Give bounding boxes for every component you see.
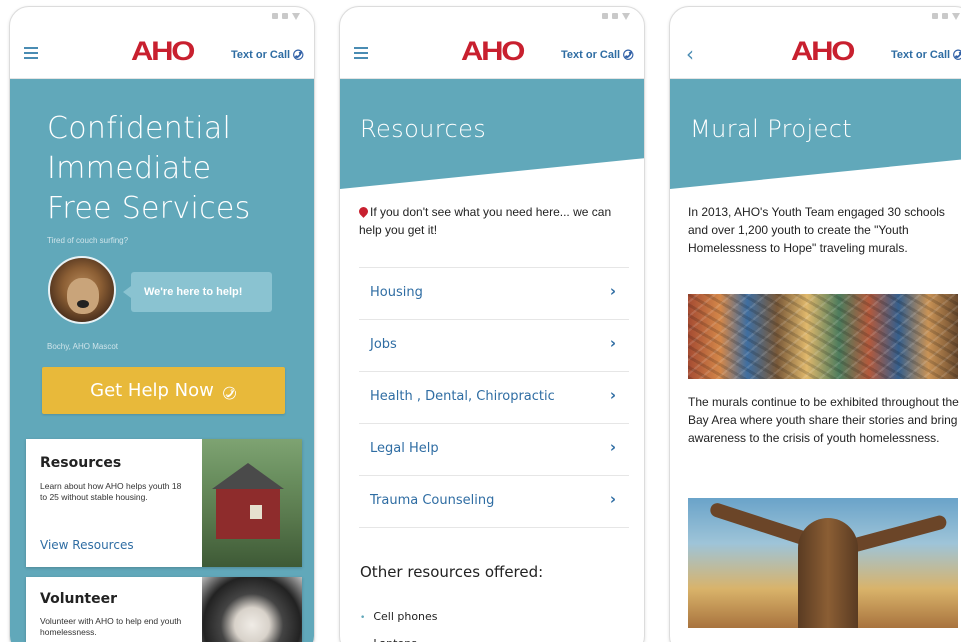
- hero-tagline: Tired of couch surfing?: [47, 236, 129, 245]
- other-resources-list: Cell phones Laptops: [360, 604, 438, 642]
- app-header: AHO Text or Call✆: [10, 27, 314, 79]
- card-description: Volunteer with AHO to help end youth hom…: [40, 616, 182, 637]
- resource-label: Housing: [370, 285, 423, 300]
- house-photo: [202, 439, 302, 567]
- resources-intro: If you don't see what you need here... w…: [357, 203, 629, 239]
- mascot-avatar: [48, 256, 116, 324]
- page-title: Resources: [360, 115, 487, 143]
- hero-headline: Confidential Immediate Free Services: [47, 109, 251, 229]
- volunteer-card[interactable]: Volunteer Volunteer with AHO to help end…: [26, 577, 302, 642]
- page-title: Mural Project: [690, 115, 853, 143]
- card-description: Learn about how AHO helps youth 18 to 25…: [40, 481, 182, 502]
- speech-bubble: We're here to help!: [123, 272, 272, 312]
- card-title: Resources: [40, 455, 122, 471]
- chevron-right-icon: ›: [609, 386, 616, 404]
- app-header: AHO Text or Call✆: [340, 27, 644, 79]
- status-bar: [932, 13, 960, 21]
- volunteer-hands-photo: [202, 577, 302, 642]
- phone-icon: ✆: [219, 380, 240, 404]
- other-resources-heading: Other resources offered:: [360, 563, 544, 581]
- phone-home-screen: AHO Text or Call✆ Confidential Immediate…: [9, 6, 315, 642]
- list-item: Cell phones: [360, 604, 437, 631]
- text-or-call-button[interactable]: Text or Call✆: [891, 45, 961, 64]
- resource-item-trauma[interactable]: Trauma Counseling ›: [359, 476, 629, 528]
- mural-image: [688, 294, 958, 379]
- card-title: Volunteer: [40, 591, 118, 607]
- mural-paragraph: The murals continue to be exhibited thro…: [688, 395, 959, 445]
- resource-item-housing[interactable]: Housing ›: [359, 268, 629, 320]
- get-help-now-button[interactable]: Get Help Now ✆: [42, 367, 285, 414]
- app-header: ‹ AHO Text or Call✆: [670, 27, 961, 79]
- resource-label: Health , Dental, Chiropractic: [370, 389, 555, 404]
- mascot-caption: Bochy, AHO Mascot: [47, 342, 118, 351]
- headline-line: Free Services: [47, 191, 251, 226]
- resources-card[interactable]: Resources Learn about how AHO helps yout…: [26, 439, 302, 567]
- headline-line: Confidential: [47, 111, 232, 146]
- resource-label: Legal Help: [370, 441, 439, 456]
- status-bar: [602, 13, 630, 21]
- resource-label: Jobs: [370, 337, 397, 352]
- phone-icon: ✆: [950, 45, 961, 64]
- status-bar: [272, 13, 300, 21]
- chevron-right-icon: ›: [609, 490, 616, 508]
- text-or-call-label: Text or Call: [561, 49, 621, 61]
- chevron-right-icon: ›: [609, 438, 616, 456]
- resource-item-legal[interactable]: Legal Help ›: [359, 424, 629, 476]
- text-or-call-label: Text or Call: [231, 49, 291, 61]
- resource-item-health[interactable]: Health , Dental, Chiropractic ›: [359, 372, 629, 424]
- text-or-call-button[interactable]: Text or Call✆: [561, 46, 636, 64]
- mural-paragraph: In 2013, AHO's Youth Team engaged 30 sch…: [688, 205, 945, 255]
- headline-line: Immediate: [47, 151, 212, 186]
- text-or-call-label: Text or Call: [891, 49, 951, 61]
- location-pin-icon: [357, 205, 370, 218]
- phone-mural-screen: ‹ AHO Text or Call✆ Mural Project In 201…: [669, 6, 961, 642]
- chevron-right-icon: ›: [609, 282, 616, 300]
- tree-mural-image: [688, 498, 958, 628]
- list-item: Laptops: [360, 631, 438, 642]
- phone-resources-screen: AHO Text or Call✆ Resources If you don't…: [339, 6, 645, 642]
- resource-list: Housing › Jobs › Health , Dental, Chiropra…: [359, 267, 629, 528]
- resource-label: Trauma Counseling: [370, 493, 495, 508]
- resource-item-jobs[interactable]: Jobs ›: [359, 320, 629, 372]
- chevron-right-icon: ›: [609, 334, 616, 352]
- view-resources-link[interactable]: View Resources: [40, 538, 134, 552]
- cta-label: Get Help Now: [90, 380, 214, 401]
- intro-text: If you don't see what you need here... w…: [359, 205, 612, 237]
- text-or-call-button[interactable]: Text or Call✆: [231, 46, 306, 64]
